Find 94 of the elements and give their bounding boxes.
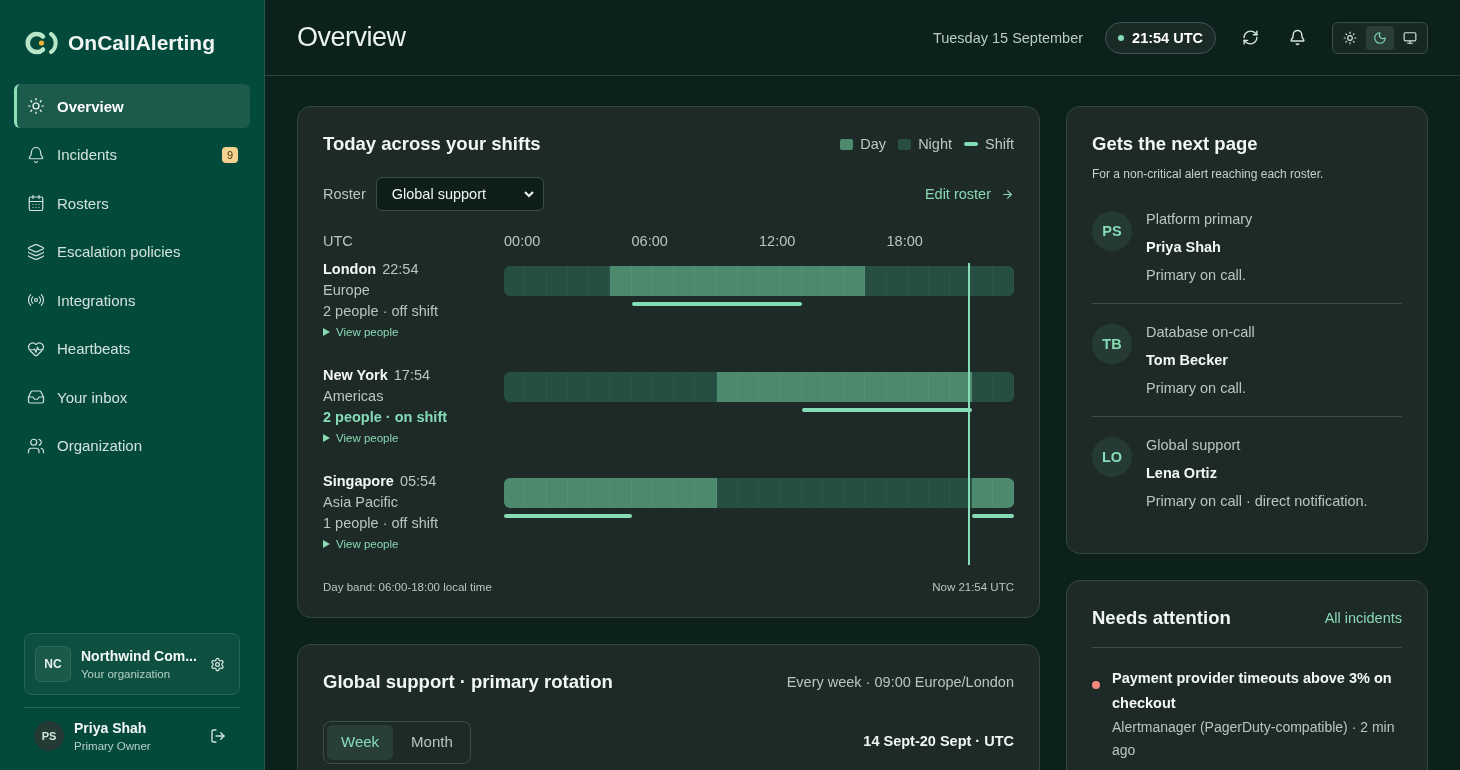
date-range: 14 Sept-20 Sept · UTC	[863, 733, 1014, 749]
nav-item[interactable]: Heartbeats	[14, 326, 250, 371]
region-name: Europe	[323, 282, 371, 298]
nav-item[interactable]: Integrations	[14, 278, 250, 322]
view-people-toggle[interactable]: View people	[323, 538, 504, 550]
triangle-right-icon	[323, 328, 330, 336]
roster-name: Global support	[1146, 437, 1242, 453]
moon-icon	[1373, 30, 1387, 45]
city-name: Singapore	[323, 473, 394, 489]
card-title: Global support · primary rotation	[323, 671, 613, 693]
user-name: Priya Shah	[74, 720, 148, 736]
person-note: Primary on call · direct notification.	[1146, 493, 1368, 509]
layers-icon	[27, 242, 45, 261]
axis-tick: 18:00	[886, 233, 923, 249]
logout-icon	[210, 728, 226, 744]
count-badge: 9	[221, 146, 238, 163]
nav-item[interactable]: Rosters	[14, 181, 250, 225]
view-tab[interactable]: Week	[327, 725, 394, 760]
local-time: 22:54	[382, 261, 419, 277]
heart-pulse-icon	[27, 339, 45, 358]
legend-item: Day	[840, 136, 887, 152]
brand-name: OnCallAlerting	[68, 31, 215, 55]
nav-item[interactable]: Your inbox	[14, 375, 250, 419]
chevron-down-icon	[522, 190, 535, 198]
current-date: Tuesday 15 September	[932, 29, 1084, 46]
nav-item[interactable]: Organization	[14, 423, 250, 468]
card-title: Today across your shifts	[323, 133, 541, 155]
person-avatar: LO	[1092, 437, 1132, 477]
organization-name: Northwind Com...	[81, 648, 196, 664]
rotation-schedule: Every week · 09:00 Europe/London	[786, 674, 1014, 690]
roster-label: Roster	[323, 186, 366, 202]
incident-meta: Alertmanager (PagerDuty-compatible) · 2 min ago	[1112, 718, 1396, 760]
city-name: New York	[323, 367, 388, 383]
incident-title: Payment provider timeouts above 3% on checkout	[1112, 669, 1393, 713]
nav-item[interactable]: Overview	[14, 84, 250, 128]
edit-roster-link[interactable]: Edit roster	[924, 186, 1014, 202]
organization-label: Your organization	[81, 668, 172, 680]
roster-name: Platform primary	[1146, 211, 1253, 227]
shift-status: 2 people · on shift	[323, 409, 449, 425]
calendar-icon	[27, 194, 45, 212]
users-icon	[27, 436, 45, 455]
person-name: Tom Becker	[1146, 352, 1229, 368]
sun-icon	[1343, 30, 1357, 45]
city-name: London	[323, 261, 377, 277]
person-name: Priya Shah	[1146, 239, 1222, 255]
theme-button[interactable]	[1366, 25, 1394, 50]
bell-icon	[27, 145, 45, 164]
user-role: Primary Owner	[74, 740, 152, 752]
organization-avatar: NC	[35, 646, 71, 682]
card-title: Gets the next page	[1092, 133, 1259, 155]
all-incidents-link[interactable]: All incidents	[1324, 610, 1402, 626]
local-time: 17:54	[393, 367, 431, 383]
settings-icon	[210, 656, 225, 672]
card-subtitle: For a non-critical alert reaching each roster.	[1092, 167, 1325, 181]
legend-item: Shift	[964, 136, 1014, 152]
person-avatar: PS	[1092, 211, 1132, 251]
view-people-toggle[interactable]: View people	[323, 432, 504, 444]
broadcast-icon	[27, 291, 45, 309]
triangle-right-icon	[323, 434, 330, 442]
local-time: 05:54	[399, 473, 437, 489]
nav-item[interactable]: Escalation policies	[14, 229, 250, 274]
region-name: Americas	[323, 388, 385, 404]
view-tab[interactable]: Month	[397, 725, 467, 760]
monitor-icon	[1403, 30, 1417, 45]
refresh-icon	[1242, 29, 1259, 46]
triangle-right-icon	[323, 540, 330, 548]
person-note: Primary on call.	[1146, 380, 1247, 396]
inbox-icon	[27, 388, 45, 406]
organization-card[interactable]: NC Northwind Com... Your organization	[24, 633, 240, 695]
user-avatar: PS	[34, 721, 64, 751]
bell-icon	[1289, 29, 1306, 46]
nav-item[interactable]: Incidents 9	[14, 132, 250, 177]
card-title: Needs attention	[1092, 607, 1231, 629]
shift-status: 2 people · off shift	[323, 303, 439, 319]
clock-pill: 21:54 UTC	[1105, 21, 1216, 54]
axis-tick: 00:00	[504, 233, 541, 249]
logo-icon	[24, 30, 58, 56]
person-name: Lena Ortiz	[1146, 465, 1218, 481]
footnote: Day band: 06:00-18:00 local time	[323, 581, 492, 593]
legend-item: Night	[898, 136, 952, 152]
page-title: Overview	[297, 22, 407, 53]
shift-status: 1 people · off shift	[323, 515, 439, 531]
now-label: Now 21:54 UTC	[932, 581, 1014, 593]
view-people-toggle[interactable]: View people	[323, 326, 504, 338]
axis-tick: 06:00	[631, 233, 668, 249]
region-name: Asia Pacific	[323, 494, 399, 510]
axis-label: UTC	[323, 233, 354, 251]
person-avatar: TB	[1092, 324, 1132, 364]
person-note: Primary on call.	[1146, 267, 1247, 283]
arrow-icon	[1001, 187, 1014, 201]
axis-tick: 12:00	[759, 233, 796, 249]
sun-icon	[27, 97, 45, 115]
roster-name: Database on-call	[1146, 324, 1255, 340]
roster-select[interactable]: Global support	[375, 177, 544, 211]
